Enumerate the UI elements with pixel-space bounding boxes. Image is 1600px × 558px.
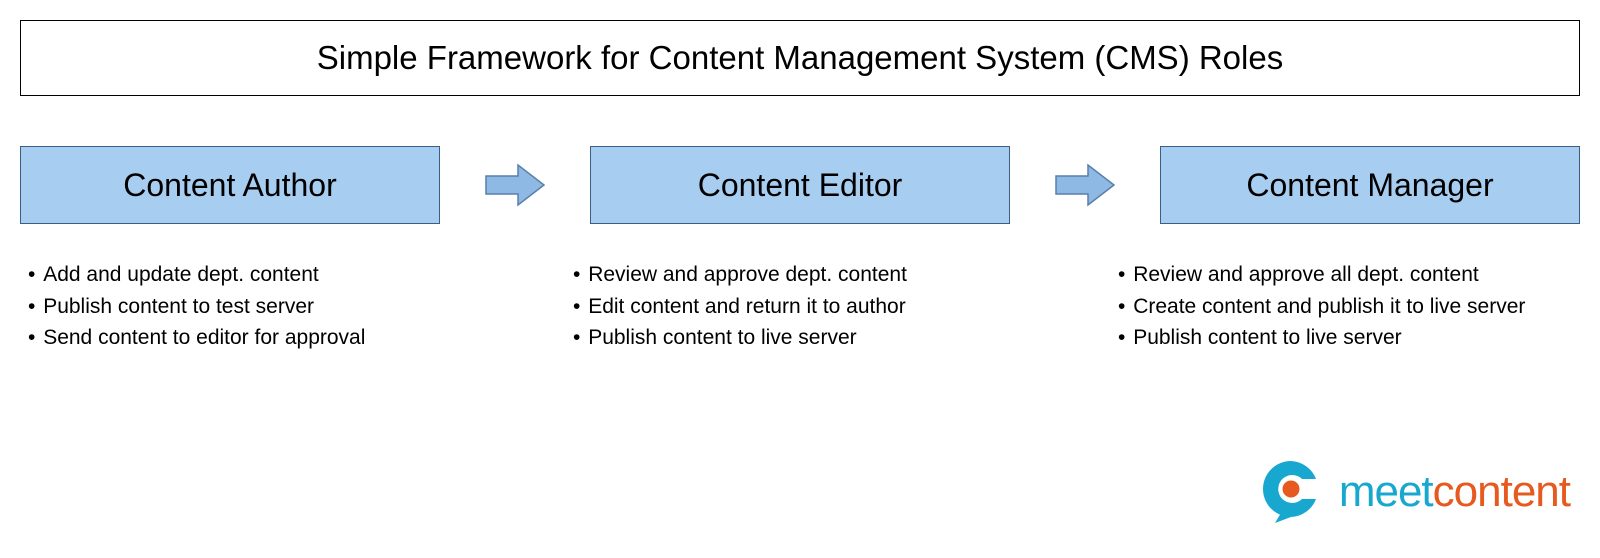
bullets-manager: Review and approve all dept. content Cre… <box>1110 259 1580 354</box>
meetcontent-logo: meetcontent <box>1257 455 1570 528</box>
bullet-item: Add and update dept. content <box>28 259 490 291</box>
bullets-author: Add and update dept. content Publish con… <box>20 259 490 354</box>
logo-text-meet: meet <box>1339 467 1433 516</box>
logo-text-content: content <box>1433 467 1570 516</box>
bullet-item: Publish content to live server <box>1118 322 1580 354</box>
arrow-right-icon <box>1050 162 1120 208</box>
bullet-item: Review and approve dept. content <box>573 259 1035 291</box>
meetcontent-logo-icon <box>1257 455 1325 528</box>
arrow-right-icon <box>480 162 550 208</box>
role-box-editor: Content Editor <box>590 146 1010 224</box>
bullets-editor: Review and approve dept. content Edit co… <box>565 259 1035 354</box>
bullet-item: Review and approve all dept. content <box>1118 259 1580 291</box>
roles-flow-row: Content Author Content Editor Content Ma… <box>15 146 1585 224</box>
role-box-manager: Content Manager <box>1160 146 1580 224</box>
diagram-title: Simple Framework for Content Management … <box>20 20 1580 96</box>
role-box-author: Content Author <box>20 146 440 224</box>
bullet-item: Create content and publish it to live se… <box>1118 291 1580 323</box>
bullet-item: Send content to editor for approval <box>28 322 490 354</box>
bullets-row: Add and update dept. content Publish con… <box>15 259 1585 354</box>
logo-text: meetcontent <box>1339 467 1570 517</box>
bullet-item: Publish content to live server <box>573 322 1035 354</box>
bullet-item: Publish content to test server <box>28 291 490 323</box>
bullet-item: Edit content and return it to author <box>573 291 1035 323</box>
